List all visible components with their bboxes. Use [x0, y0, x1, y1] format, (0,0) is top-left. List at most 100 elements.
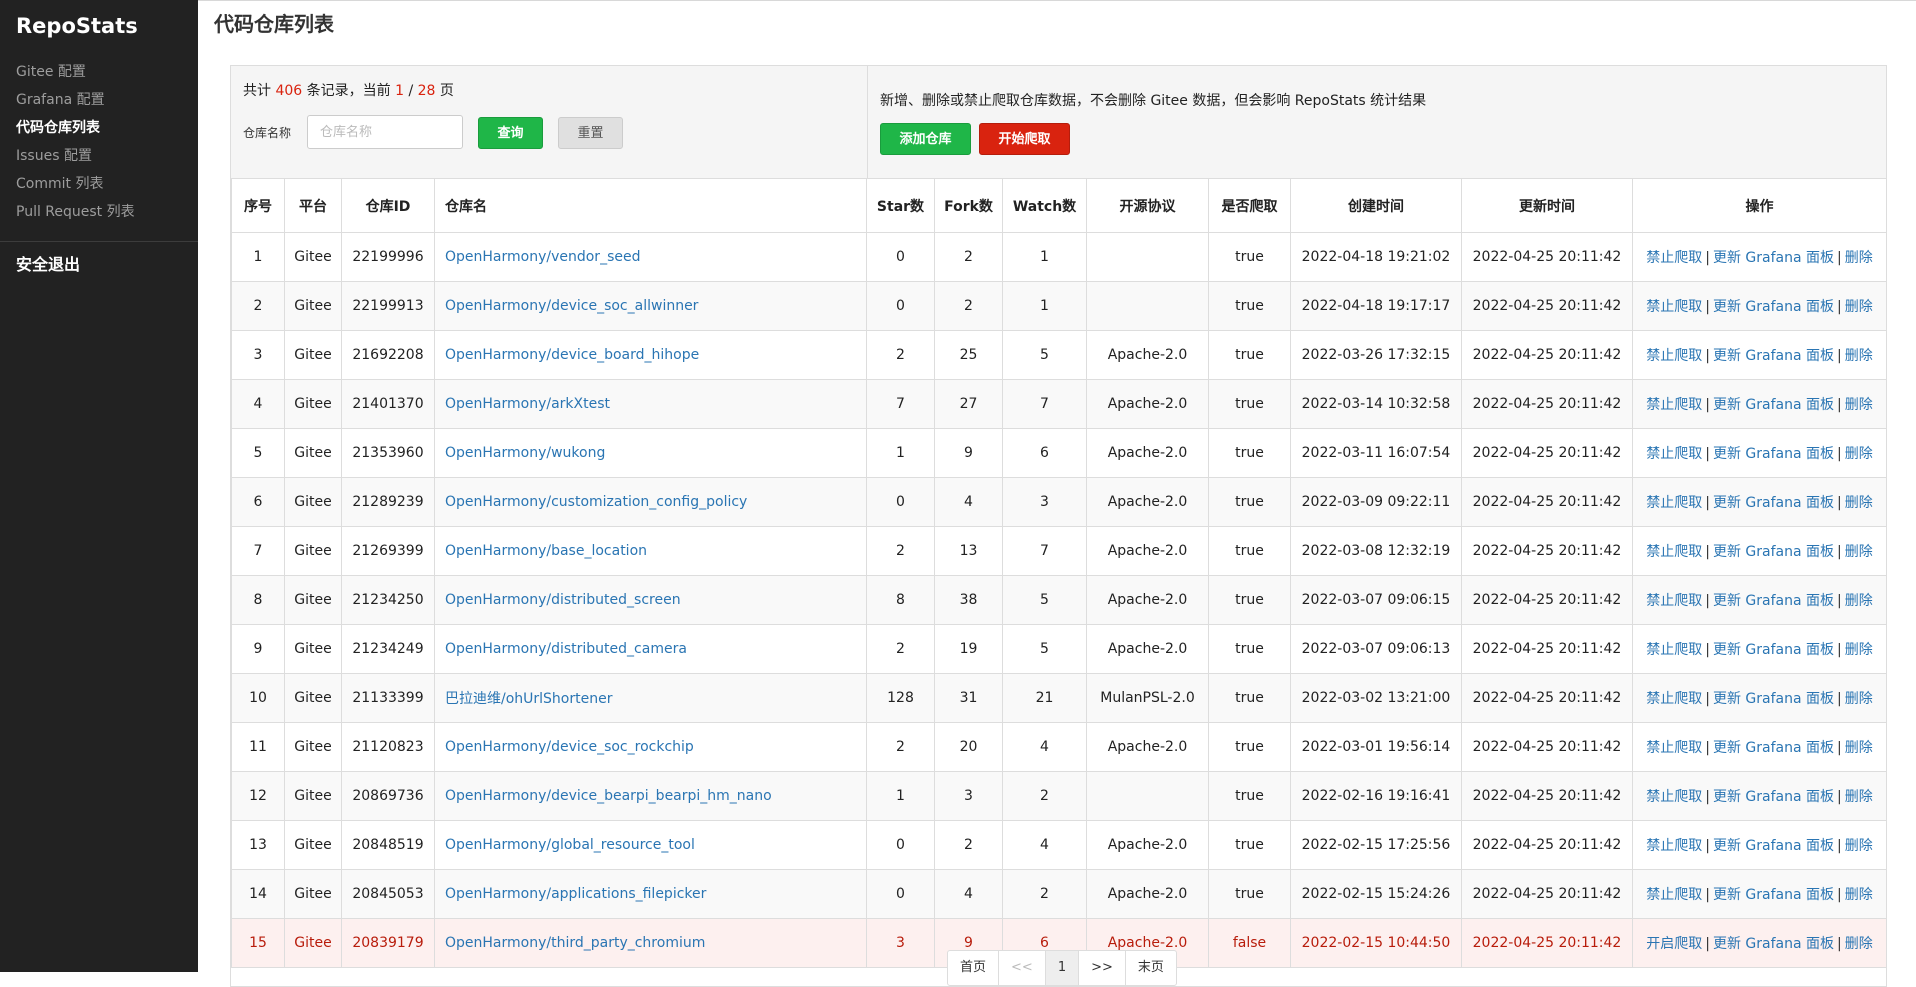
repo-name-link[interactable]: OpenHarmony/applications_filepicker [445, 886, 706, 902]
repo-name-link[interactable]: OpenHarmony/global_resource_tool [445, 837, 695, 853]
update-grafana-link[interactable]: 更新 Grafana 面板 [1713, 838, 1834, 854]
repo-name-link[interactable]: 巴拉迪维/ohUrlShortener [445, 691, 612, 707]
toggle-crawl-link[interactable]: 禁止爬取 [1646, 691, 1702, 707]
delete-link[interactable]: 删除 [1845, 446, 1873, 462]
delete-link[interactable]: 删除 [1845, 691, 1873, 707]
toggle-crawl-link[interactable]: 禁止爬取 [1646, 348, 1702, 364]
toggle-crawl-link[interactable]: 禁止爬取 [1646, 397, 1702, 413]
header-license: 开源协议 [1086, 178, 1209, 233]
page-first-button[interactable]: 首页 [948, 951, 1000, 985]
cell-actions: 禁止爬取 | 更新 Grafana 面板 | 删除 [1632, 526, 1887, 576]
delete-link[interactable]: 删除 [1845, 495, 1873, 511]
delete-link[interactable]: 删除 [1845, 250, 1873, 266]
delete-link[interactable]: 删除 [1845, 642, 1873, 658]
toggle-crawl-link[interactable]: 禁止爬取 [1646, 593, 1702, 609]
update-grafana-link[interactable]: 更新 Grafana 面板 [1713, 299, 1834, 315]
delete-link[interactable]: 删除 [1845, 299, 1873, 315]
toggle-crawl-link[interactable]: 禁止爬取 [1646, 495, 1702, 511]
cell-repo-name: OpenHarmony/global_resource_tool [434, 820, 867, 870]
repo-name-link[interactable]: OpenHarmony/vendor_seed [445, 249, 640, 265]
update-grafana-link[interactable]: 更新 Grafana 面板 [1713, 936, 1834, 952]
toggle-crawl-link[interactable]: 禁止爬取 [1646, 642, 1702, 658]
action-separator: | [1837, 691, 1842, 707]
repo-name-link[interactable]: OpenHarmony/customization_config_policy [445, 494, 747, 510]
cell-repo-name: OpenHarmony/customization_config_policy [434, 477, 867, 527]
delete-link[interactable]: 删除 [1845, 348, 1873, 364]
total-pages: 28 [417, 83, 436, 99]
sidebar-item-issues-config[interactable]: Issues 配置 [16, 145, 92, 165]
repo-name-link[interactable]: OpenHarmony/device_bearpi_bearpi_hm_nano [445, 788, 772, 804]
delete-link[interactable]: 删除 [1845, 887, 1873, 903]
delete-link[interactable]: 删除 [1845, 789, 1873, 805]
toggle-crawl-link[interactable]: 禁止爬取 [1646, 740, 1702, 756]
toggle-crawl-link[interactable]: 禁止爬取 [1646, 887, 1702, 903]
repo-name-link[interactable]: OpenHarmony/distributed_camera [445, 641, 687, 657]
update-grafana-link[interactable]: 更新 Grafana 面板 [1713, 789, 1834, 805]
table-row: 10 Gitee 21133399 巴拉迪维/ohUrlShortener 128 31 2… [231, 673, 1887, 723]
sidebar-item-gitee-config[interactable]: Gitee 配置 [16, 61, 86, 81]
repo-name-link[interactable]: OpenHarmony/wukong [445, 445, 605, 461]
cell-index: 12 [231, 771, 285, 821]
sidebar-item-pull-request-list[interactable]: Pull Request 列表 [16, 201, 135, 221]
repo-name-link[interactable]: OpenHarmony/third_party_chromium [445, 935, 705, 951]
page-current-button[interactable]: 1 [1045, 951, 1080, 985]
sidebar-item-repo-list[interactable]: 代码仓库列表 [16, 117, 100, 137]
page-last-button[interactable]: 末页 [1126, 951, 1176, 985]
update-grafana-link[interactable]: 更新 Grafana 面板 [1713, 887, 1834, 903]
page-prev-button[interactable]: << [999, 951, 1046, 985]
update-grafana-link[interactable]: 更新 Grafana 面板 [1713, 691, 1834, 707]
brand-logo[interactable]: RepoStats [16, 14, 138, 38]
cell-watch: 21 [1002, 673, 1087, 723]
action-separator: | [1705, 299, 1710, 315]
update-grafana-link[interactable]: 更新 Grafana 面板 [1713, 446, 1834, 462]
toggle-crawl-link[interactable]: 开启爬取 [1646, 936, 1702, 952]
toggle-crawl-link[interactable]: 禁止爬取 [1646, 544, 1702, 560]
start-crawl-button[interactable]: 开始爬取 [979, 123, 1070, 155]
delete-link[interactable]: 删除 [1845, 593, 1873, 609]
repo-name-link[interactable]: OpenHarmony/device_board_hihope [445, 347, 699, 363]
delete-link[interactable]: 删除 [1845, 544, 1873, 560]
update-grafana-link[interactable]: 更新 Grafana 面板 [1713, 544, 1834, 560]
reset-button[interactable]: 重置 [558, 117, 623, 149]
toggle-crawl-link[interactable]: 禁止爬取 [1646, 789, 1702, 805]
update-grafana-link[interactable]: 更新 Grafana 面板 [1713, 642, 1834, 658]
table-row: 13 Gitee 20848519 OpenHarmony/global_resour… [231, 820, 1887, 870]
page-next-button[interactable]: >> [1079, 951, 1126, 985]
cell-repo-id: 20839179 [341, 918, 435, 968]
cell-crawl: true [1208, 771, 1291, 821]
repo-name-search-input[interactable] [307, 115, 463, 149]
logout-link[interactable]: 安全退出 [16, 251, 80, 275]
update-grafana-link[interactable]: 更新 Grafana 面板 [1713, 593, 1834, 609]
delete-link[interactable]: 删除 [1845, 740, 1873, 756]
cell-updated: 2022-04-25 20:11:42 [1461, 771, 1633, 821]
repo-name-link[interactable]: OpenHarmony/base_location [445, 543, 647, 559]
update-grafana-link[interactable]: 更新 Grafana 面板 [1713, 397, 1834, 413]
update-grafana-link[interactable]: 更新 Grafana 面板 [1713, 250, 1834, 266]
sidebar-item-commit-list[interactable]: Commit 列表 [16, 173, 103, 193]
summary-mid: 条记录，当前 [306, 83, 391, 99]
toggle-crawl-link[interactable]: 禁止爬取 [1646, 250, 1702, 266]
update-grafana-link[interactable]: 更新 Grafana 面板 [1713, 495, 1834, 511]
update-grafana-link[interactable]: 更新 Grafana 面板 [1713, 348, 1834, 364]
action-separator: | [1837, 446, 1842, 462]
cell-actions: 禁止爬取 | 更新 Grafana 面板 | 删除 [1632, 869, 1887, 919]
delete-link[interactable]: 删除 [1845, 397, 1873, 413]
toggle-crawl-link[interactable]: 禁止爬取 [1646, 299, 1702, 315]
repo-name-link[interactable]: OpenHarmony/distributed_screen [445, 592, 681, 608]
query-button[interactable]: 查询 [478, 117, 543, 149]
toggle-crawl-link[interactable]: 禁止爬取 [1646, 446, 1702, 462]
sidebar-item-grafana-config[interactable]: Grafana 配置 [16, 89, 105, 109]
repo-name-link[interactable]: OpenHarmony/arkXtest [445, 396, 610, 412]
add-repo-button[interactable]: 添加仓库 [880, 123, 971, 155]
action-separator: | [1705, 887, 1710, 903]
cell-watch: 1 [1002, 281, 1087, 331]
toggle-crawl-link[interactable]: 禁止爬取 [1646, 838, 1702, 854]
delete-link[interactable]: 删除 [1845, 838, 1873, 854]
action-separator: | [1837, 544, 1842, 560]
repo-name-link[interactable]: OpenHarmony/device_soc_allwinner [445, 298, 698, 314]
repo-name-link[interactable]: OpenHarmony/device_soc_rockchip [445, 739, 694, 755]
delete-link[interactable]: 删除 [1845, 936, 1873, 952]
table-row: 3 Gitee 21692208 OpenHarmony/device_board_h… [231, 330, 1887, 380]
cell-fork: 27 [934, 379, 1003, 429]
update-grafana-link[interactable]: 更新 Grafana 面板 [1713, 740, 1834, 756]
